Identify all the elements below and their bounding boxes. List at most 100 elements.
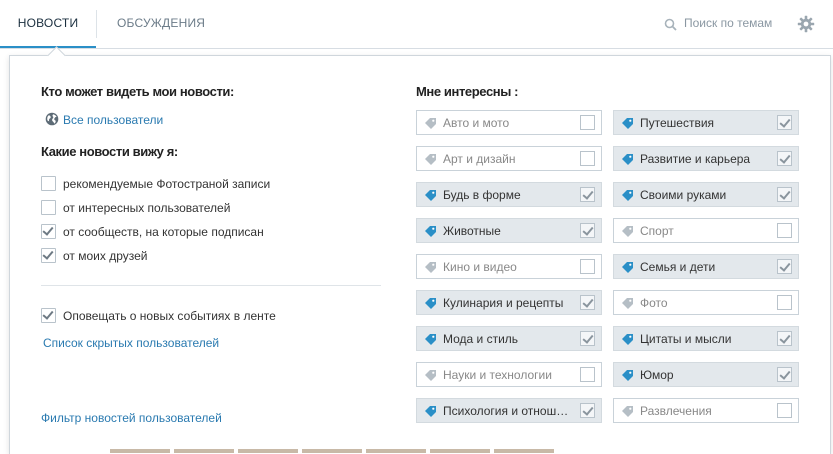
tab-separator: [96, 10, 97, 38]
interest-tag[interactable]: Развлечения: [613, 398, 799, 423]
thumbnail[interactable]: [110, 449, 170, 453]
interest-tag[interactable]: Юмор: [613, 362, 799, 387]
tag-icon: [425, 334, 436, 345]
thumbnail[interactable]: [494, 449, 554, 453]
feed-option-checkbox-communities[interactable]: [41, 224, 56, 239]
interest-tag[interactable]: Спорт: [613, 218, 799, 243]
interest-tag-checkbox[interactable]: [580, 223, 595, 238]
interest-tag-label: Будь в форме: [443, 188, 521, 202]
tag-icon: [425, 118, 436, 129]
topic-search[interactable]: Поиск по темам: [662, 14, 782, 34]
tag-icon: [622, 262, 633, 273]
tag-icon: [425, 370, 436, 381]
interest-tag-checkbox[interactable]: [580, 295, 595, 310]
interest-tag-label: Кино и видео: [443, 260, 517, 274]
top-tab-bar: НОВОСТИ ОБСУЖДЕНИЯ Поиск по темам: [0, 0, 833, 49]
privacy-heading: Кто может видеть мои новости:: [41, 84, 234, 99]
interest-tag-label: Арт и дизайн: [443, 152, 516, 166]
tab-news[interactable]: НОВОСТИ: [0, 0, 96, 48]
tag-icon: [622, 154, 633, 165]
interests-heading: Мне интересны :: [416, 84, 519, 99]
interest-tag-label: Авто и мото: [443, 116, 510, 130]
interest-tag-checkbox[interactable]: [580, 331, 595, 346]
feed-option-checkbox-friends[interactable]: [41, 248, 56, 263]
tag-icon: [622, 226, 633, 237]
tag-icon: [622, 370, 633, 381]
thumbnail[interactable]: [302, 449, 362, 453]
news-filter-link[interactable]: Фильтр новостей пользователей: [41, 411, 222, 425]
interest-tag-checkbox[interactable]: [777, 187, 792, 202]
interest-tag-label: Психология и отнош…: [443, 404, 569, 418]
interest-tag-checkbox[interactable]: [777, 259, 792, 274]
interest-tag-label: Цитаты и мысли: [640, 332, 732, 346]
interest-tag[interactable]: Авто и мото: [416, 110, 602, 135]
interest-tag[interactable]: Мода и стиль: [416, 326, 602, 351]
interest-tag-checkbox[interactable]: [777, 331, 792, 346]
interest-tag-label: Фото: [640, 296, 668, 310]
hidden-users-link[interactable]: Список скрытых пользователей: [43, 336, 219, 350]
interest-tag[interactable]: Будь в форме: [416, 182, 602, 207]
interest-tag-label: Юмор: [640, 368, 674, 382]
interest-tag-checkbox[interactable]: [580, 259, 595, 274]
gear-icon[interactable]: [797, 15, 815, 33]
interest-tag[interactable]: Путешествия: [613, 110, 799, 135]
tag-icon: [622, 298, 633, 309]
thumbnail[interactable]: [430, 449, 490, 453]
thumbnail[interactable]: [238, 449, 298, 453]
search-icon: [664, 18, 677, 31]
interest-tag[interactable]: Животные: [416, 218, 602, 243]
interest-tag-label: Развлечения: [640, 404, 712, 418]
interest-tag-checkbox[interactable]: [777, 403, 792, 418]
interest-tag-checkbox[interactable]: [580, 115, 595, 130]
interest-tag-checkbox[interactable]: [580, 151, 595, 166]
section-divider: [41, 285, 381, 286]
feed-option-label: рекомендуемые Фотостраной записи: [63, 177, 271, 191]
notify-label: Оповещать о новых событиях в ленте: [63, 309, 276, 323]
interest-tag-checkbox[interactable]: [580, 187, 595, 202]
feed-option-checkbox-recommended[interactable]: [41, 176, 56, 191]
interest-tag[interactable]: Развитие и карьера: [613, 146, 799, 171]
interest-tag[interactable]: Психология и отнош…: [416, 398, 602, 423]
interest-tag-label: Путешествия: [640, 116, 715, 130]
interest-tag-label: Развитие и карьера: [640, 152, 751, 166]
interest-tag-checkbox[interactable]: [777, 151, 792, 166]
tab-discussions[interactable]: ОБСУЖДЕНИЯ: [117, 0, 205, 46]
tag-icon: [622, 334, 633, 345]
interest-tag[interactable]: Арт и дизайн: [416, 146, 602, 171]
interest-tag-label: Кулинария и рецепты: [443, 296, 564, 310]
interest-tag[interactable]: Цитаты и мысли: [613, 326, 799, 351]
interest-tag-checkbox[interactable]: [777, 295, 792, 310]
feed-option-label: от моих друзей: [63, 249, 148, 263]
tag-icon: [425, 190, 436, 201]
interest-tag-checkbox[interactable]: [580, 367, 595, 382]
feed-thumbnails-strip: [110, 449, 610, 453]
interest-tag[interactable]: Кино и видео: [416, 254, 602, 279]
interest-tag-checkbox[interactable]: [777, 367, 792, 382]
tag-icon: [425, 298, 436, 309]
tag-icon: [425, 262, 436, 273]
privacy-all-users-link[interactable]: Все пользователи: [63, 113, 163, 127]
thumbnail[interactable]: [174, 449, 234, 453]
news-settings-panel: Кто может видеть мои новости: Все пользо…: [9, 46, 831, 454]
feed-option-label: от сообществ, на которые подписан: [63, 225, 264, 239]
interest-tag[interactable]: Науки и технологии: [416, 362, 602, 387]
feed-heading: Какие новости вижу я:: [41, 144, 178, 159]
notify-checkbox[interactable]: [41, 308, 56, 323]
globe-icon: [45, 112, 59, 126]
tag-icon: [425, 154, 436, 165]
tag-icon: [622, 190, 633, 201]
interest-tag-label: Науки и технологии: [443, 368, 552, 382]
interest-tag[interactable]: Фото: [613, 290, 799, 315]
interest-tag[interactable]: Кулинария и рецепты: [416, 290, 602, 315]
interest-tag-label: Спорт: [640, 224, 674, 238]
interest-tag-checkbox[interactable]: [777, 223, 792, 238]
interest-tag[interactable]: Семья и дети: [613, 254, 799, 279]
thumbnail[interactable]: [366, 449, 426, 453]
panel-pointer: [47, 46, 66, 65]
interest-tag-checkbox[interactable]: [580, 403, 595, 418]
tag-icon: [425, 226, 436, 237]
tag-icon: [622, 406, 633, 417]
feed-option-checkbox-interesting-users[interactable]: [41, 200, 56, 215]
interest-tag[interactable]: Своими руками: [613, 182, 799, 207]
interest-tag-checkbox[interactable]: [777, 115, 792, 130]
